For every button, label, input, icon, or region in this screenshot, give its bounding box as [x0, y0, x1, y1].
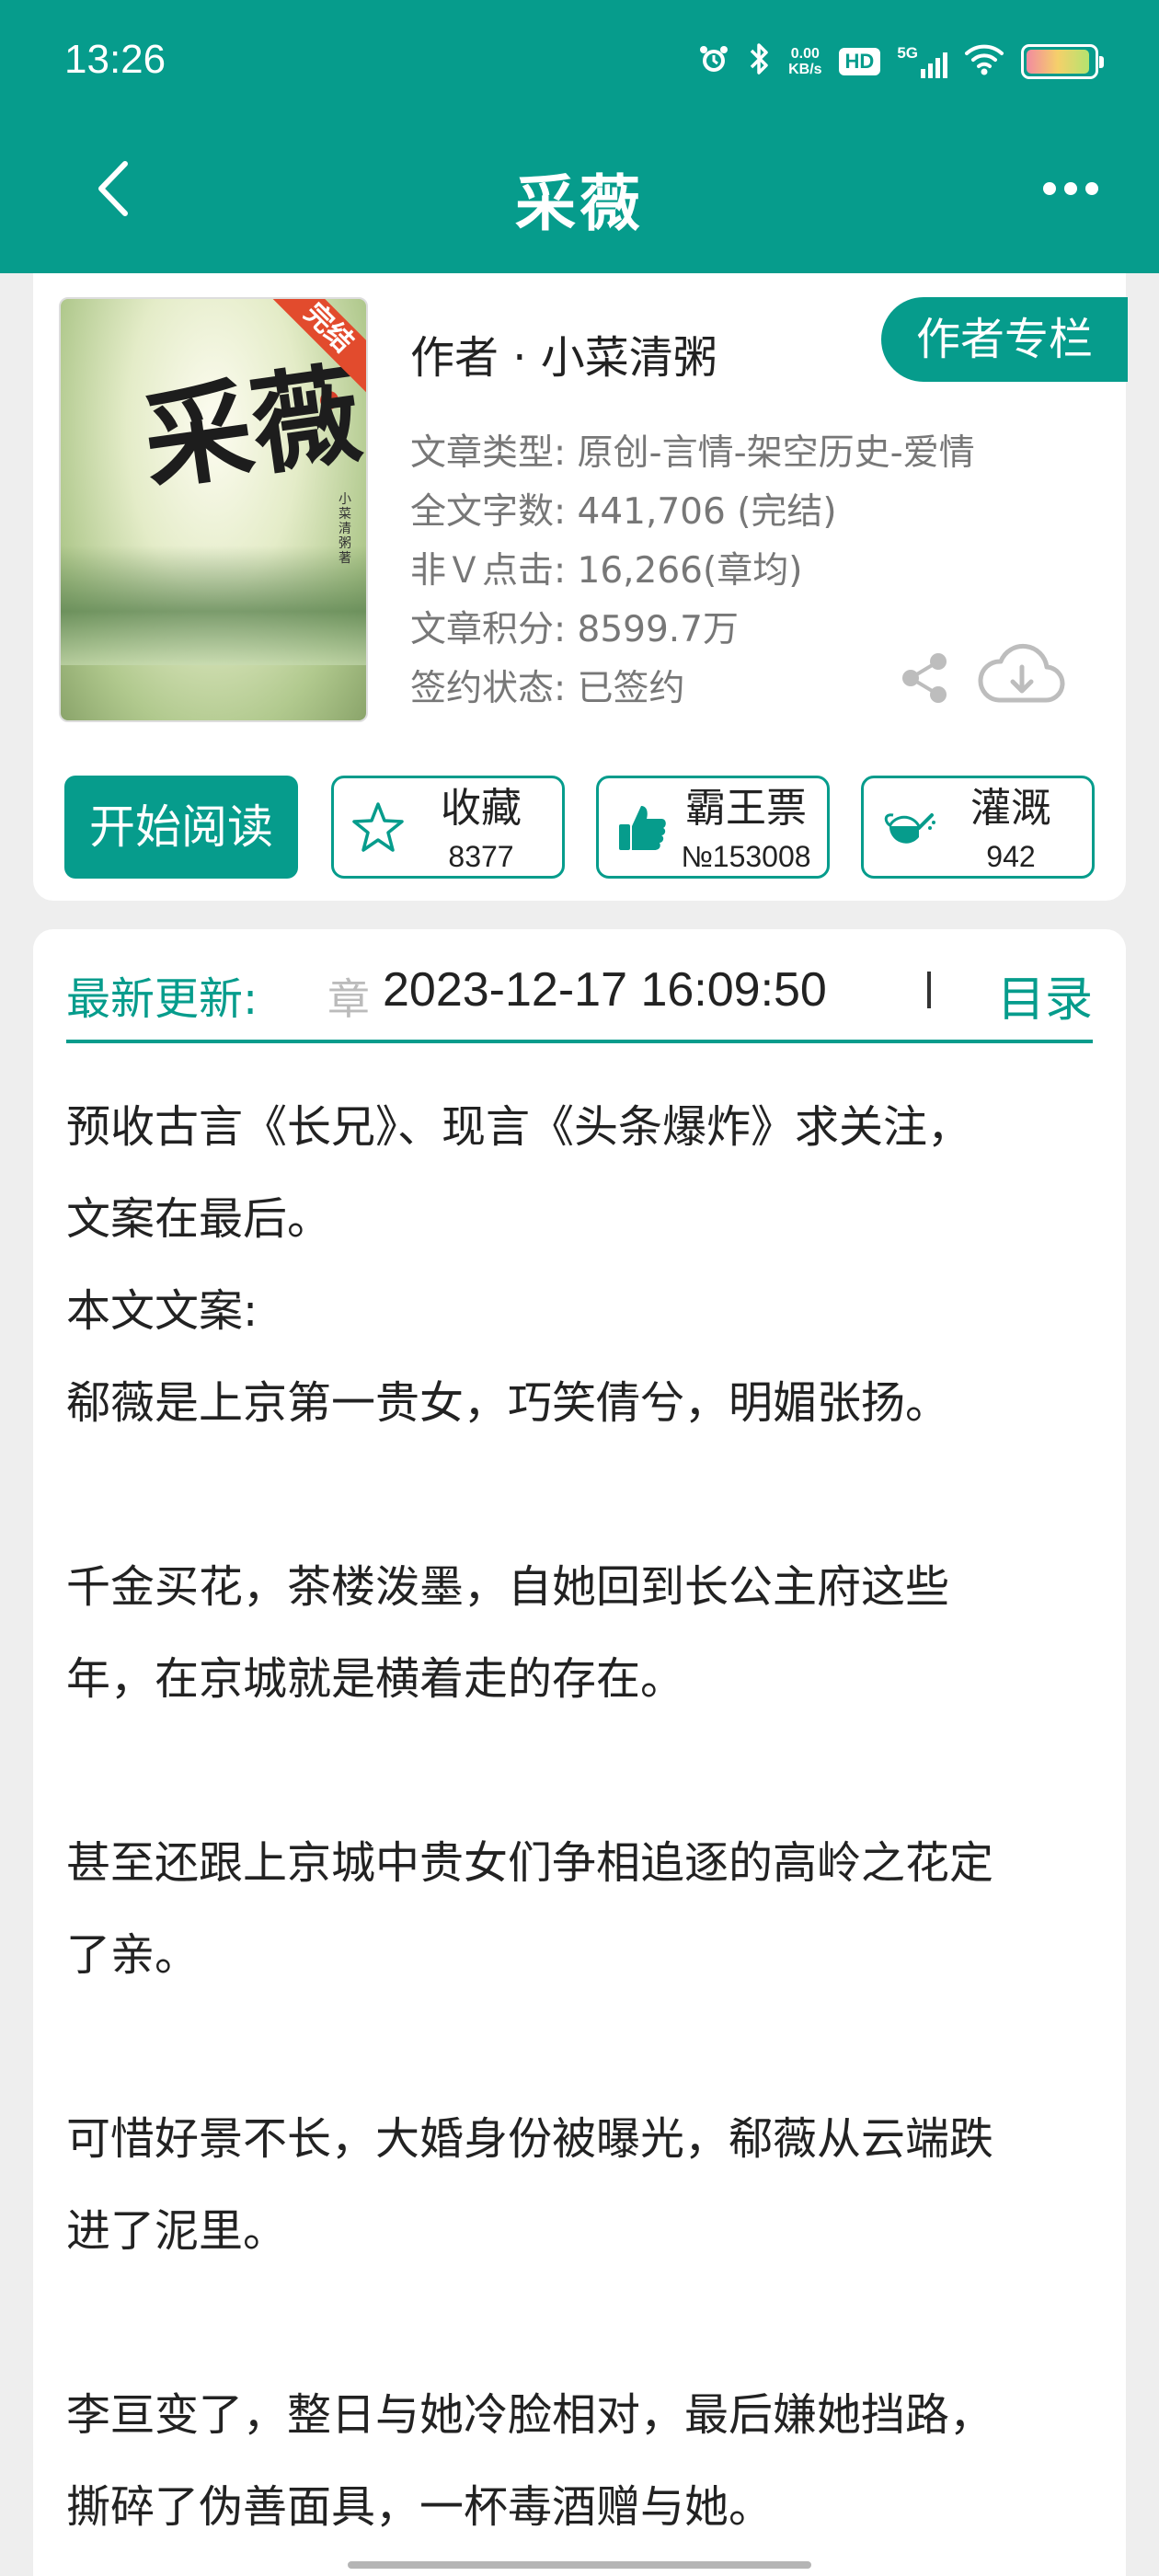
- bluetooth-icon: [746, 41, 772, 82]
- divider: [927, 972, 931, 1008]
- status-time: 13:26: [64, 37, 166, 82]
- download-cloud-icon[interactable]: [977, 639, 1065, 709]
- home-indicator[interactable]: [348, 2561, 811, 2569]
- status-icons: 0.00 KB/s HD 5G: [698, 37, 1104, 86]
- meta-score: 文章积分: 8599.7万: [410, 609, 739, 650]
- favorite-count: 8377: [448, 840, 514, 873]
- latest-chapter-marquee[interactable]: 章: [327, 966, 370, 1027]
- app-header: 13:26 0.00 KB/s HD 5G 采薇: [0, 0, 1159, 273]
- signal-5g-icon: 5G: [897, 45, 947, 78]
- overlord-ticket-button[interactable]: 霸王票 №153008: [596, 776, 830, 879]
- nutrient-button[interactable]: 灌溉 942: [861, 776, 1095, 879]
- author-column-button[interactable]: 作者专栏: [881, 297, 1128, 382]
- meta-type: 文章类型: 原创-言情-架空历史-爱情: [410, 432, 975, 474]
- book-description: 预收古言《长兄》、现言《头条爆炸》求关注， 文案在最后。 本文文案: 郗薇是上京…: [66, 1101, 994, 2533]
- nutrient-count: 942: [986, 840, 1036, 873]
- thumbs-up-icon: [619, 806, 666, 850]
- hd-badge: HD: [838, 48, 881, 75]
- overlord-ticket-label: 霸王票: [685, 785, 807, 832]
- meta-word-count: 全文字数: 441,706 (完结): [410, 491, 837, 533]
- cover-calligraphy: 采薇: [135, 349, 368, 506]
- start-reading-button[interactable]: 开始阅读: [64, 776, 298, 879]
- book-meta: 文章类型: 原创-言情-架空历史-爱情 全文字数: 441,706 (完结) 非…: [410, 424, 975, 719]
- more-menu-button[interactable]: [1043, 182, 1098, 195]
- latest-update-time[interactable]: 2023-12-17 16:09:50: [383, 962, 827, 1018]
- favorite-button[interactable]: 收藏 8377: [331, 776, 565, 879]
- table-of-contents-link[interactable]: 目录: [997, 960, 1093, 1029]
- book-cover[interactable]: 采薇 小菜清粥著 完结: [59, 297, 368, 722]
- description-card: 最新更新: 章 2023-12-17 16:09:50 目录 预收古言《长兄》、…: [33, 929, 1126, 2576]
- battery-icon: [1021, 44, 1104, 79]
- net-speed-indicator: 0.00 KB/s: [788, 46, 822, 77]
- update-underline: [66, 1040, 1093, 1043]
- book-info-card: 采薇 小菜清粥著 完结 作者 · 小菜清粥 作者专栏 文章类型: 原创-言情-架…: [33, 273, 1128, 901]
- watering-can-icon: [884, 813, 935, 844]
- alarm-icon: [698, 43, 729, 80]
- cover-author-text: 小菜清粥著: [339, 492, 351, 566]
- meta-clicks: 非Ｖ点击: 16,266(章均): [410, 550, 803, 592]
- favorite-label: 收藏: [441, 785, 522, 832]
- meta-sign-status: 签约状态: 已签约: [410, 668, 685, 709]
- share-icon[interactable]: [898, 650, 951, 706]
- overlord-ticket-count: №153008: [681, 840, 811, 873]
- wifi-icon: [964, 42, 1004, 81]
- nutrient-label: 灌溉: [970, 785, 1051, 832]
- author-name[interactable]: 作者 · 小菜清粥: [410, 321, 717, 385]
- more-dot-icon: [1043, 182, 1056, 195]
- page-title: 采薇: [515, 168, 644, 239]
- star-icon: [352, 802, 404, 852]
- latest-update-label: 最新更新:: [66, 973, 258, 1025]
